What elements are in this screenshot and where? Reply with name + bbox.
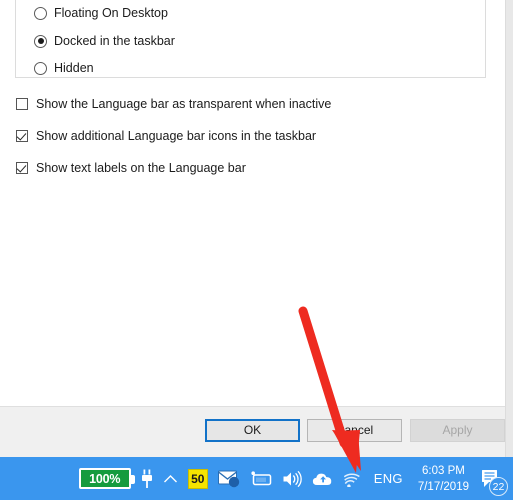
checkbox-show-text-labels[interactable]: Show text labels on the Language bar	[16, 160, 246, 176]
volume-tray-item[interactable]	[277, 457, 307, 500]
cancel-button[interactable]: Cancel	[307, 419, 402, 442]
taskbar-clock[interactable]: 6:03 PM 7/17/2019	[408, 457, 477, 500]
chevron-up-icon	[163, 474, 177, 482]
network-tray-item[interactable]	[339, 457, 369, 500]
yellow-badge-icon: 50	[187, 468, 208, 489]
radio-docked-in-the-taskbar[interactable]: Docked in the taskbar	[34, 32, 175, 50]
language-indicator[interactable]: ENG	[369, 457, 408, 500]
checkbox-mark-show-text-labels[interactable]	[16, 162, 28, 174]
clock-time: 6:03 PM	[422, 464, 465, 477]
tablet-mode-tray-item[interactable]	[245, 457, 277, 500]
radio-mark-floating-on-desktop[interactable]	[34, 6, 47, 20]
apply-button-label: Apply	[442, 423, 473, 437]
checkbox-label-show-additional-icons: Show additional Language bar icons in th…	[36, 129, 317, 143]
checkbox-label-show-text-labels: Show text labels on the Language bar	[36, 161, 246, 175]
badge-count-text: 50	[191, 471, 205, 486]
onedrive-cloud-icon	[312, 473, 332, 485]
radio-label-docked-in-the-taskbar: Docked in the taskbar	[54, 34, 175, 48]
dialog-right-edge	[505, 0, 513, 457]
wifi-icon	[343, 472, 360, 487]
checkbox-label-show-transparent-when-inactive: Show the Language bar as transparent whe…	[36, 97, 332, 111]
windows-taskbar: 100% 50 ENG 6:03 PM 7/17/2019 22	[0, 457, 513, 500]
checkbox-show-additional-icons[interactable]: Show additional Language bar icons in th…	[16, 128, 316, 144]
radio-mark-hidden[interactable]	[34, 61, 47, 75]
system-tray: 100% 50 ENG 6:03 PM 7/17/2019 22	[74, 457, 513, 500]
action-center-count-badge: 22	[489, 477, 508, 496]
apply-button: Apply	[410, 419, 505, 442]
checkbox-show-transparent-when-inactive[interactable]: Show the Language bar as transparent whe…	[16, 96, 331, 112]
ok-button-label: OK	[243, 423, 262, 437]
battery-level-text: 100%	[89, 471, 121, 486]
mail-tray-item[interactable]	[213, 457, 245, 500]
plug-icon	[141, 469, 152, 488]
language-bar-settings-dialog: Floating On Desktop Docked in the taskba…	[0, 0, 505, 406]
volume-icon	[283, 470, 302, 487]
radio-mark-docked-in-the-taskbar[interactable]	[34, 34, 47, 48]
action-center-button[interactable]: 22	[477, 457, 513, 500]
checkbox-mark-show-additional-icons[interactable]	[16, 130, 28, 142]
battery-tray-item[interactable]: 100%	[74, 457, 136, 500]
power-plug-tray-item[interactable]	[136, 457, 158, 500]
language-bar-position-groupbox: Floating On Desktop Docked in the taskba…	[15, 0, 486, 78]
battery-icon: 100%	[78, 468, 135, 489]
radio-label-hidden: Hidden	[54, 61, 94, 75]
tablet-mode-icon	[251, 470, 271, 485]
radio-floating-on-desktop[interactable]: Floating On Desktop	[34, 4, 168, 22]
cancel-button-label: Cancel	[335, 423, 374, 437]
dialog-button-bar: OK Cancel Apply	[0, 406, 505, 457]
show-hidden-icons-button[interactable]	[158, 457, 183, 500]
ok-button[interactable]: OK	[205, 419, 300, 442]
onedrive-tray-item[interactable]	[307, 457, 339, 500]
notification-badge-tray-item[interactable]: 50	[183, 457, 213, 500]
radio-hidden[interactable]: Hidden	[34, 59, 94, 77]
mail-icon	[217, 470, 239, 487]
checkbox-mark-show-transparent-when-inactive[interactable]	[16, 98, 28, 110]
clock-date: 7/17/2019	[417, 480, 469, 493]
language-indicator-text: ENG	[373, 471, 403, 486]
radio-label-floating-on-desktop: Floating On Desktop	[54, 6, 168, 20]
